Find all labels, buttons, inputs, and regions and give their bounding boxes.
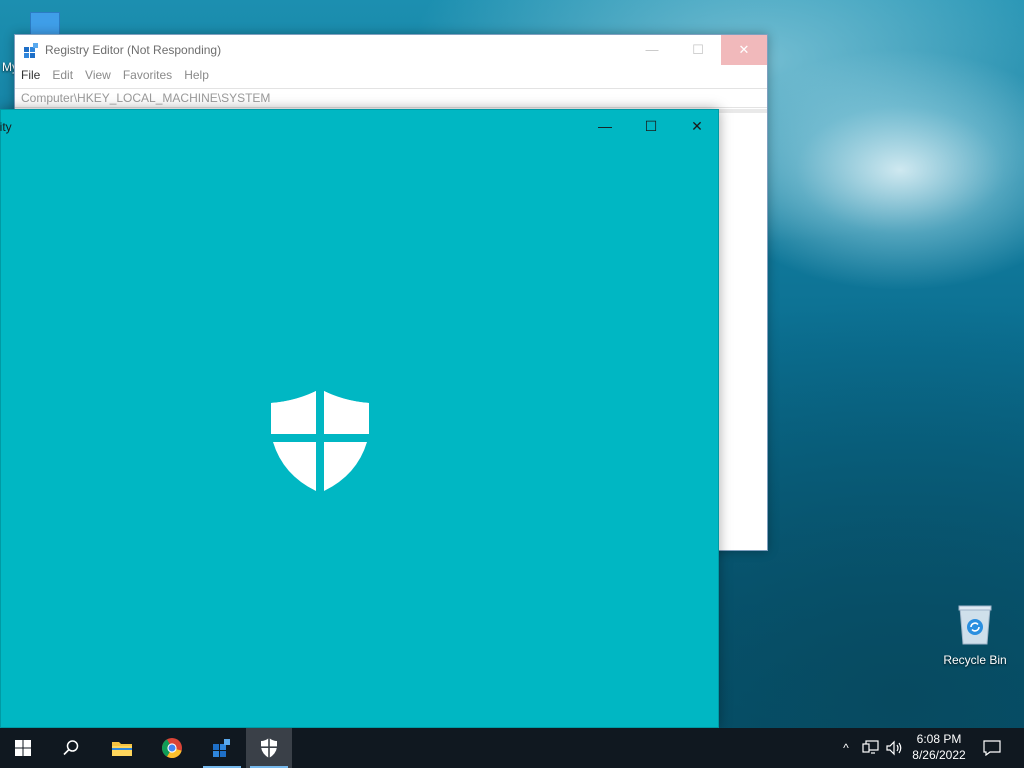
regedit-icon bbox=[213, 739, 230, 757]
maximize-button[interactable]: ☐ bbox=[628, 110, 674, 142]
speaker-icon bbox=[886, 740, 902, 756]
menu-item-help[interactable]: Help bbox=[178, 68, 215, 88]
chevron-up-icon: ^ bbox=[843, 741, 849, 755]
title-bar[interactable]: Registry Editor (Not Responding) — ☐ ✕ bbox=[15, 35, 767, 65]
action-center-button[interactable] bbox=[974, 728, 1010, 768]
registry-editor-taskbar-button[interactable] bbox=[199, 728, 245, 768]
recycle-bin-icon bbox=[958, 605, 992, 645]
menu-bar: File Edit View Favorites Help bbox=[15, 68, 215, 88]
folder-icon bbox=[112, 742, 132, 756]
window-title: urity bbox=[0, 120, 12, 134]
clock-time: 6:08 PM bbox=[916, 732, 962, 746]
desktop-icon-label: Recycle Bin bbox=[943, 653, 1007, 667]
windows-security-window[interactable]: urity — ☐ ✕ bbox=[0, 109, 719, 728]
taskbar: ^ 6:08 PM 8/26/2022 bbox=[0, 728, 1024, 768]
search-button[interactable] bbox=[48, 728, 94, 768]
menu-item-edit[interactable]: Edit bbox=[46, 68, 79, 88]
close-button[interactable]: ✕ bbox=[674, 110, 720, 142]
windows-logo-icon bbox=[15, 740, 31, 756]
window-title: Registry Editor (Not Responding) bbox=[45, 43, 222, 57]
network-icon bbox=[862, 740, 879, 754]
address-bar[interactable]: Computer\HKEY_LOCAL_MACHINE\SYSTEM bbox=[15, 88, 767, 108]
show-hidden-icons-button[interactable]: ^ bbox=[836, 728, 856, 768]
desktop-icon-recycle-bin[interactable]: Recycle Bin bbox=[936, 600, 1014, 667]
start-button[interactable] bbox=[0, 728, 46, 768]
volume-button[interactable] bbox=[884, 728, 906, 768]
windows-security-taskbar-button[interactable] bbox=[246, 728, 292, 768]
computer-icon bbox=[30, 12, 60, 36]
clock-date: 8/26/2022 bbox=[912, 748, 966, 762]
menu-item-favorites[interactable]: Favorites bbox=[117, 68, 178, 88]
minimize-button[interactable]: — bbox=[582, 110, 628, 142]
menu-item-file[interactable]: File bbox=[15, 68, 46, 88]
regedit-icon bbox=[24, 43, 38, 58]
notification-icon bbox=[983, 740, 1001, 756]
search-icon bbox=[63, 740, 79, 756]
chrome-button[interactable] bbox=[149, 728, 195, 768]
close-button[interactable]: ✕ bbox=[721, 35, 767, 65]
shield-icon bbox=[269, 389, 371, 495]
clock[interactable]: 6:08 PM 8/26/2022 bbox=[908, 728, 970, 768]
file-explorer-button[interactable] bbox=[99, 728, 145, 768]
shield-icon bbox=[260, 738, 278, 758]
network-button[interactable] bbox=[860, 728, 882, 768]
chrome-icon bbox=[161, 738, 182, 759]
maximize-button[interactable]: ☐ bbox=[675, 35, 721, 65]
menu-item-view[interactable]: View bbox=[79, 68, 117, 88]
minimize-button[interactable]: — bbox=[629, 35, 675, 65]
